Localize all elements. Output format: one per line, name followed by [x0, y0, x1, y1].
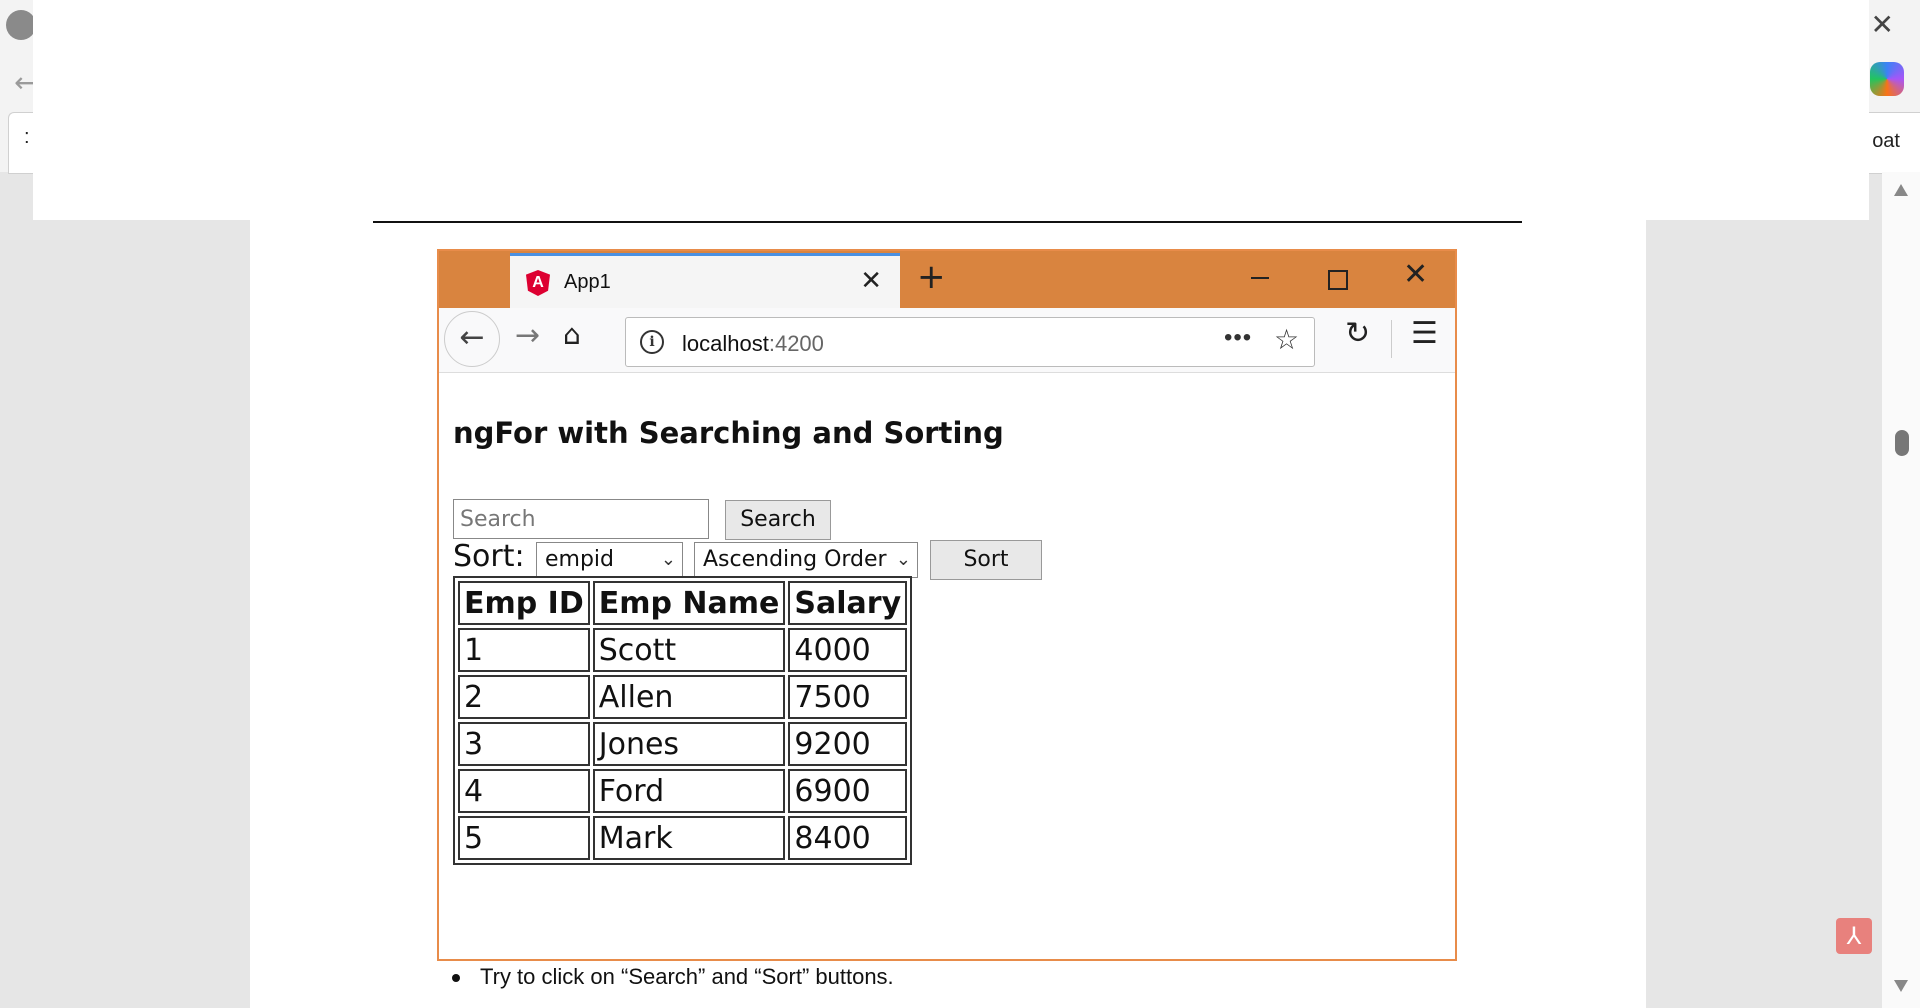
- outer-right-tab-label: oat: [1872, 130, 1900, 152]
- address-bar[interactable]: i localhost:4200 ••• ☆: [625, 317, 1315, 367]
- cell-salary: 7500: [788, 675, 908, 719]
- scroll-up-icon[interactable]: [1894, 184, 1908, 196]
- new-tab-icon[interactable]: +: [917, 257, 946, 297]
- reload-icon[interactable]: ↻: [1345, 316, 1370, 351]
- angular-logo-icon: A: [526, 270, 550, 296]
- table-row: 5 Mark 8400: [458, 816, 908, 860]
- minimize-icon[interactable]: [1251, 277, 1269, 279]
- search-input[interactable]: [453, 499, 709, 539]
- sort-field-select[interactable]: empid ⌄: [536, 542, 683, 578]
- cell-emp-name: Mark: [592, 816, 786, 860]
- cell-salary: 9200: [788, 722, 908, 766]
- cell-emp-name: Allen: [592, 675, 786, 719]
- info-icon[interactable]: i: [640, 330, 664, 354]
- cell-emp-name: Ford: [592, 769, 786, 813]
- sort-label: Sort:: [453, 539, 525, 574]
- table-row: 4 Ford 6900: [458, 769, 908, 813]
- close-icon[interactable]: ✕: [1871, 8, 1894, 41]
- chevron-down-icon: ⌄: [660, 549, 676, 570]
- bullet-dot: [452, 974, 460, 983]
- sort-field-value: empid: [545, 547, 615, 572]
- table-row: 2 Allen 7500: [458, 675, 908, 719]
- sort-button[interactable]: Sort: [930, 540, 1042, 580]
- pdf-viewer-background: [0, 220, 250, 1008]
- url-port: :4200: [768, 331, 824, 356]
- drag-handle-icon: :: [24, 126, 30, 148]
- browser-tab[interactable]: A App1 ✕: [510, 253, 900, 308]
- user-avatar-icon[interactable]: [6, 10, 36, 40]
- titlebar: A App1 ✕ + ✕: [439, 251, 1455, 308]
- star-icon[interactable]: ☆: [1274, 323, 1299, 356]
- toolbar-separator: [1391, 320, 1392, 358]
- search-button[interactable]: Search: [725, 500, 831, 540]
- cell-emp-id: 1: [458, 628, 590, 672]
- window-close-icon[interactable]: ✕: [1403, 257, 1428, 292]
- cell-emp-id: 4: [458, 769, 590, 813]
- table-row: 1 Scott 4000: [458, 628, 908, 672]
- page-heading: ngFor with Searching and Sorting: [453, 416, 1004, 450]
- embedded-browser-screenshot: A App1 ✕ + ✕ ← → ⌂ i localhost:4200 ••• …: [437, 249, 1457, 961]
- copilot-icon[interactable]: [1870, 62, 1904, 96]
- url-host: localhost: [682, 331, 769, 356]
- cell-emp-name: Jones: [592, 722, 786, 766]
- nav-forward-icon[interactable]: →: [515, 318, 540, 353]
- document-bullet: Try to click on “Search” and “Sort” butt…: [452, 964, 894, 990]
- pdf-tools-icon[interactable]: ⅄: [1836, 918, 1872, 954]
- table-row: 3 Jones 9200: [458, 722, 908, 766]
- menu-icon[interactable]: ☰: [1411, 316, 1438, 351]
- scrollbar-thumb[interactable]: [1895, 430, 1909, 456]
- tab-title: App1: [564, 271, 611, 293]
- cell-salary: 8400: [788, 816, 908, 860]
- bullet-text: Try to click on “Search” and “Sort” butt…: [480, 964, 894, 989]
- cell-emp-id: 5: [458, 816, 590, 860]
- sort-order-select[interactable]: Ascending Order ⌄: [694, 542, 918, 578]
- overlay-panel: [33, 0, 1869, 220]
- nav-back-icon[interactable]: ←: [444, 311, 500, 367]
- column-header-salary: Salary: [788, 581, 908, 625]
- maximize-icon[interactable]: [1328, 270, 1348, 290]
- cell-salary: 6900: [788, 769, 908, 813]
- vertical-scrollbar[interactable]: [1882, 172, 1920, 1008]
- page-divider: [373, 221, 1522, 223]
- cell-emp-id: 3: [458, 722, 590, 766]
- cell-emp-name: Scott: [592, 628, 786, 672]
- scroll-down-icon[interactable]: [1894, 980, 1908, 992]
- cell-emp-id: 2: [458, 675, 590, 719]
- home-icon[interactable]: ⌂: [563, 318, 581, 351]
- cell-salary: 4000: [788, 628, 908, 672]
- column-header-emp-id: Emp ID: [458, 581, 590, 625]
- url-text: localhost:4200: [682, 331, 824, 357]
- employee-table: Emp ID Emp Name Salary 1 Scott 4000 2 Al…: [453, 576, 913, 865]
- chevron-down-icon: ⌄: [895, 549, 911, 570]
- more-icon[interactable]: •••: [1224, 324, 1252, 352]
- table-header-row: Emp ID Emp Name Salary: [458, 581, 908, 625]
- navigation-bar: ← → ⌂ i localhost:4200 ••• ☆ ↻ ☰: [439, 308, 1455, 373]
- tab-close-icon[interactable]: ✕: [860, 266, 882, 296]
- column-header-emp-name: Emp Name: [592, 581, 786, 625]
- sort-order-value: Ascending Order: [703, 547, 887, 572]
